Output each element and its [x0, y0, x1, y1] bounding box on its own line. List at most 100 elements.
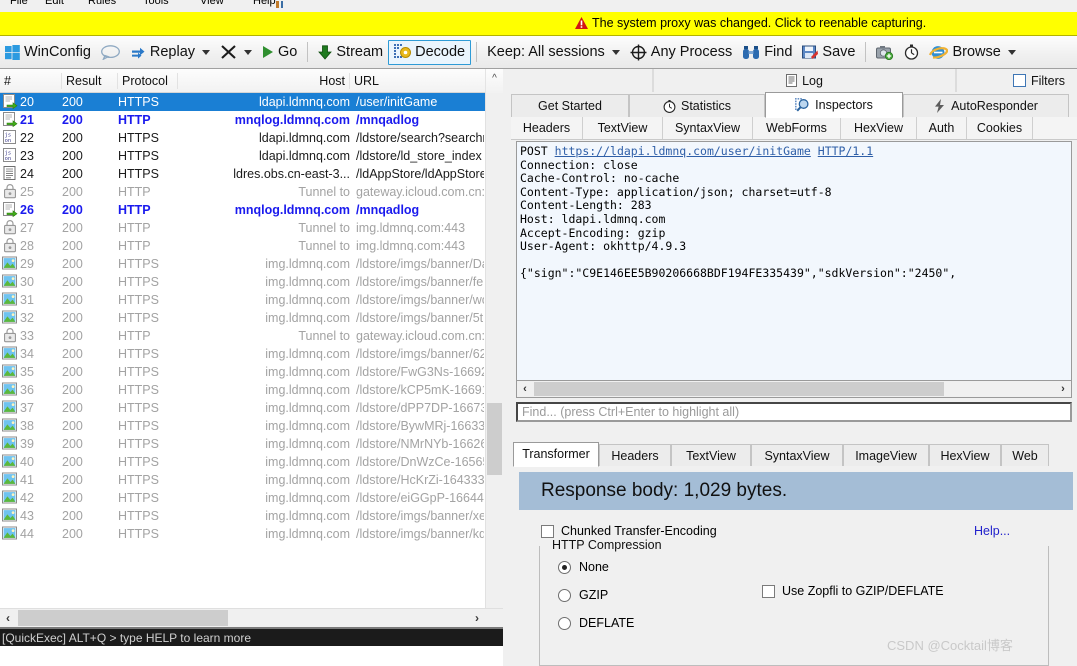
column-header-url[interactable]: URL — [350, 73, 486, 89]
filters-checkbox-icon[interactable] — [1012, 74, 1026, 87]
quickexec-bar[interactable]: [QuickExec] ALT+Q > type HELP to learn m… — [0, 627, 503, 646]
radio-deflate-icon[interactable] — [558, 616, 571, 630]
session-list-hscrollbar[interactable]: ‹ › — [0, 608, 503, 627]
menu-item-edit[interactable]: Edit — [45, 0, 64, 7]
table-row[interactable]: 24 200 HTTPS ldres.obs.cn-east-3.../ldAppSt… — [0, 165, 486, 183]
tab-filters[interactable]: Filters — [956, 69, 1077, 92]
table-row[interactable]: 41 200 HTTPS img.ldmnq.com/ldstore/HcKrZi-1… — [0, 471, 486, 489]
table-row[interactable]: 35 200 HTTPS img.ldmnq.com/ldstore/FwG3Ns-1… — [0, 363, 486, 381]
request-url[interactable]: https://ldapi.ldmnq.com/user/initGame — [555, 144, 811, 158]
find-button[interactable]: Find — [737, 40, 797, 65]
column-header-result[interactable]: Result — [62, 73, 118, 89]
scroll-left-arrow[interactable]: ‹ — [517, 381, 533, 397]
tab-autoresponder[interactable]: AutoResponder — [903, 94, 1069, 117]
table-row[interactable]: 26 200 HTTP mnqlog.ldmnq.com/mnqadlog — [0, 201, 486, 219]
table-row[interactable]: 40 200 HTTPS img.ldmnq.com/ldstore/DnWzCe-1… — [0, 453, 486, 471]
tab-statistics[interactable]: Statistics — [629, 94, 765, 117]
go-button[interactable]: Go — [257, 40, 302, 65]
menu-item-tools[interactable]: Tools — [143, 0, 169, 7]
table-row[interactable]: 30 200 HTTPS img.ldmnq.com/ldstore/imgs/ban… — [0, 273, 486, 291]
response-tab-syntaxview[interactable]: SyntaxView — [751, 444, 843, 466]
table-row[interactable]: 39 200 HTTPS img.ldmnq.com/ldstore/NMrNYb-1… — [0, 435, 486, 453]
table-row[interactable]: 25 200 HTTP Tunnel to gateway.icloud.com.cn: — [0, 183, 486, 201]
radio-gzip[interactable]: GZIP — [558, 588, 608, 602]
subtab-headers[interactable]: Headers — [511, 117, 583, 139]
save-button[interactable]: Save — [797, 40, 860, 65]
response-tab-headers[interactable]: Headers — [599, 444, 671, 466]
radio-none[interactable]: None — [558, 560, 609, 574]
radio-deflate[interactable]: DEFLATE — [558, 616, 634, 630]
subtab-textview[interactable]: TextView — [583, 117, 663, 139]
column-header-protocol[interactable]: Protocol — [118, 73, 178, 89]
main-toolbar[interactable]: WinConfig Replay Go Stream Decode Keep: … — [0, 36, 1077, 69]
table-row[interactable]: 36 200 HTTPS img.ldmnq.com/ldstore/kCP5mK-1… — [0, 381, 486, 399]
table-row[interactable]: 34 200 HTTPS img.ldmnq.com/ldstore/imgs/ban… — [0, 345, 486, 363]
subtab-syntaxview[interactable]: SyntaxView — [663, 117, 753, 139]
column-header-host[interactable]: Host — [178, 73, 350, 89]
table-row[interactable]: 33 200 HTTP Tunnel to gateway.icloud.com.cn: — [0, 327, 486, 345]
scroll-right-arrow[interactable]: › — [469, 609, 485, 627]
request-view-hscrollbar[interactable]: ‹ › — [516, 380, 1072, 398]
inspector-panel[interactable]: Log Filters Get Started Statistics Inspe… — [511, 69, 1077, 666]
chevron-down-icon[interactable] — [202, 49, 211, 55]
response-tab-textview[interactable]: TextView — [671, 444, 751, 466]
comment-button[interactable] — [96, 40, 125, 65]
table-row[interactable]: 43 200 HTTPS img.ldmnq.com/ldstore/imgs/ban… — [0, 507, 486, 525]
subtab-webforms[interactable]: WebForms — [753, 117, 841, 139]
table-row[interactable]: 44 200 HTTPS img.ldmnq.com/ldstore/imgs/ban… — [0, 525, 486, 543]
subtab-hexview[interactable]: HexView — [841, 117, 917, 139]
transformer-panel[interactable]: Response body: 1,029 bytes. Chunked Tran… — [511, 466, 1077, 666]
response-tab-imageview[interactable]: ImageView — [843, 444, 929, 466]
subtab-cookies[interactable]: Cookies — [967, 117, 1033, 139]
chevron-down-icon[interactable] — [244, 49, 253, 55]
response-tab-hexview[interactable]: HexView — [929, 444, 1001, 466]
inspector-sub-tabs[interactable]: Headers TextView SyntaxView WebForms HexView… — [511, 117, 1077, 140]
column-header-number[interactable]: # — [0, 73, 62, 89]
capture-screenshot-button[interactable] — [871, 40, 899, 65]
table-row[interactable]: 31 200 HTTPS img.ldmnq.com/ldstore/imgs/ban… — [0, 291, 486, 309]
chunked-checkbox[interactable] — [541, 524, 554, 538]
proxy-warning-bar[interactable]: The system proxy was changed. Click to r… — [0, 12, 1077, 36]
chevron-down-icon[interactable] — [611, 49, 620, 55]
subtab-auth[interactable]: Auth — [917, 117, 967, 139]
zopfli-row[interactable]: Use Zopfli to GZIP/DEFLATE — [762, 584, 944, 598]
menu-item-file[interactable]: File — [10, 0, 28, 7]
inspector-main-tabs[interactable]: Get Started Statistics Inspectors AutoRe… — [511, 92, 1077, 118]
find-input[interactable]: Find... (press Ctrl+Enter to highlight a… — [516, 402, 1072, 422]
table-row[interactable]: js on 22 200 HTTPS ldapi.ldmnq.com/ldstore/se… — [0, 129, 486, 147]
tab-log[interactable]: Log — [653, 69, 956, 92]
log-filters-tabrow[interactable]: Log Filters — [511, 69, 1077, 92]
table-row[interactable]: 21 200 HTTP mnqlog.ldmnq.com/mnqadlog — [0, 111, 486, 129]
session-rows-container[interactable]: 20 200 HTTPS ldapi.ldmnq.com/user/initGame 2… — [0, 93, 486, 623]
response-tab-transformer[interactable]: Transformer — [513, 442, 599, 467]
radio-none-icon[interactable] — [558, 560, 571, 574]
table-row[interactable]: 38 200 HTTPS img.ldmnq.com/ldstore/BywMRj-1… — [0, 417, 486, 435]
table-row[interactable]: 27 200 HTTP Tunnel to img.ldmnq.com:443 — [0, 219, 486, 237]
stream-button[interactable]: Stream — [313, 40, 388, 65]
chunked-transfer-row[interactable]: Chunked Transfer-Encoding — [541, 524, 717, 538]
table-row[interactable]: js on 23 200 HTTPS ldapi.ldmnq.com/ldstore/ld… — [0, 147, 486, 165]
request-headers-view[interactable]: POST https://ldapi.ldmnq.com/user/initGa… — [516, 141, 1072, 383]
table-row[interactable]: 42 200 HTTPS img.ldmnq.com/ldstore/eiGGpP-1… — [0, 489, 486, 507]
table-row[interactable]: 32 200 HTTPS img.ldmnq.com/ldstore/imgs/ban… — [0, 309, 486, 327]
table-row[interactable]: 20 200 HTTPS ldapi.ldmnq.com/user/initGame — [0, 93, 486, 111]
table-row[interactable]: 28 200 HTTP Tunnel to img.ldmnq.com:443 — [0, 237, 486, 255]
session-list-panel[interactable]: # Result Protocol Host URL ^ 20 200 HTTPS l… — [0, 69, 503, 646]
winconfig-button[interactable]: WinConfig — [0, 40, 96, 65]
tab-inspectors[interactable]: Inspectors — [765, 92, 903, 118]
response-tab-web[interactable]: Web — [1001, 444, 1049, 466]
response-tabs[interactable]: Transformer Headers TextView SyntaxView Imag… — [511, 442, 1077, 467]
chevron-down-icon[interactable] — [1007, 49, 1016, 55]
scroll-right-arrow[interactable]: › — [1055, 381, 1071, 397]
scrollbar-thumb[interactable] — [534, 382, 944, 396]
replay-button[interactable]: Replay — [125, 40, 215, 65]
scrollbar-thumb[interactable] — [18, 610, 228, 626]
scroll-up-arrow[interactable]: ^ — [485, 69, 503, 93]
help-link[interactable]: Help... — [974, 524, 1010, 538]
menu-item-view[interactable]: View — [200, 0, 224, 7]
decode-button[interactable]: Decode — [388, 39, 472, 65]
menu-item-rules[interactable]: Rules — [88, 0, 116, 7]
remove-button[interactable] — [215, 40, 257, 65]
keep-sessions-button[interactable]: Keep: All sessions — [482, 40, 625, 65]
radio-gzip-icon[interactable] — [558, 588, 571, 602]
